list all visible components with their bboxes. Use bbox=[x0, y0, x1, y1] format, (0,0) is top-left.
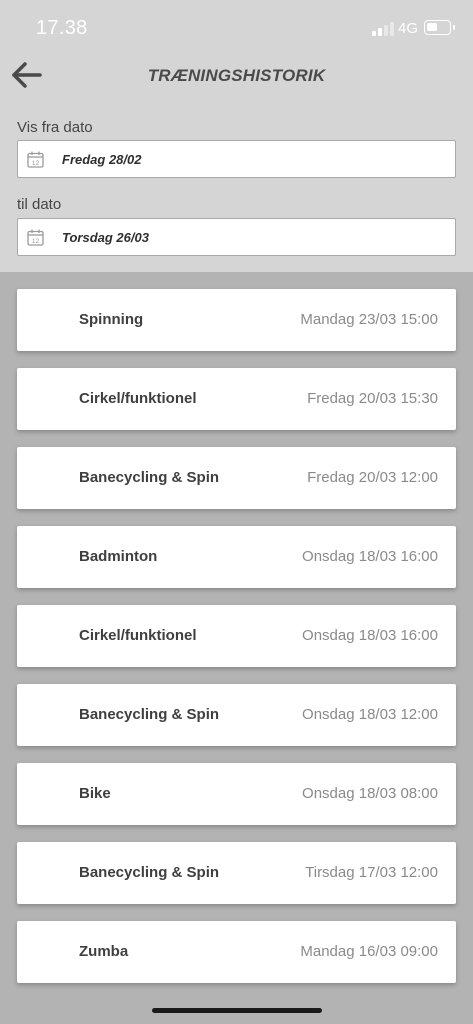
history-item[interactable]: Spinning Mandag 23/03 15:00 bbox=[17, 289, 456, 351]
network-type: 4G bbox=[398, 20, 419, 37]
history-item-name: Cirkel/funktionel bbox=[79, 390, 197, 407]
battery-cap bbox=[453, 25, 455, 30]
home-indicator[interactable] bbox=[152, 1008, 322, 1013]
history-item[interactable]: Cirkel/funktionel Fredag 20/03 15:30 bbox=[17, 368, 456, 430]
top-panel: 17.38 4G TRÆNINGSHISTORIK Vis fra dato 1… bbox=[0, 0, 473, 272]
status-time: 17.38 bbox=[36, 17, 88, 39]
history-item-name: Cirkel/funktionel bbox=[79, 627, 197, 644]
history-item-date: Tirsdag 17/03 12:00 bbox=[305, 864, 438, 881]
from-date-value: Fredag 28/02 bbox=[62, 152, 142, 167]
history-item-name: Zumba bbox=[79, 943, 129, 960]
calendar-icon: 12 bbox=[27, 229, 44, 246]
history-item-name: Banecycling & Spin bbox=[79, 706, 220, 723]
history-item[interactable]: Banecycling & Spin Onsdag 18/03 12:00 bbox=[17, 684, 456, 746]
history-item-name: Badminton bbox=[79, 548, 158, 565]
history-item-date: Mandag 23/03 15:00 bbox=[300, 311, 438, 328]
history-item-date: Onsdag 18/03 16:00 bbox=[302, 548, 438, 565]
history-item-date: Mandag 16/03 09:00 bbox=[300, 943, 438, 960]
status-bar: 17.38 4G bbox=[0, 0, 473, 54]
calendar-icon: 12 bbox=[27, 151, 44, 168]
page-title: TRÆNINGSHISTORIK bbox=[147, 66, 326, 85]
calendar-day: 12 bbox=[32, 160, 40, 167]
to-date-label: til dato bbox=[17, 196, 62, 213]
history-item-date: Fredag 20/03 12:00 bbox=[307, 469, 438, 486]
to-date-field[interactable]: 12 Torsdag 26/03 bbox=[17, 218, 456, 256]
history-item-date: Onsdag 18/03 08:00 bbox=[302, 785, 438, 802]
from-date-field[interactable]: 12 Fredag 28/02 bbox=[17, 140, 456, 178]
history-item[interactable]: Badminton Onsdag 18/03 16:00 bbox=[17, 526, 456, 588]
history-item[interactable]: Bike Onsdag 18/03 08:00 bbox=[17, 763, 456, 825]
history-item[interactable]: Banecycling & Spin Fredag 20/03 12:00 bbox=[17, 447, 456, 509]
history-item[interactable]: Zumba Mandag 16/03 09:00 bbox=[17, 921, 456, 983]
signal-icon bbox=[372, 22, 394, 36]
history-item-name: Banecycling & Spin bbox=[79, 864, 220, 881]
history-item-name: Spinning bbox=[79, 311, 144, 328]
history-item-date: Fredag 20/03 15:30 bbox=[307, 390, 438, 407]
calendar-day: 12 bbox=[32, 238, 40, 245]
history-item-name: Bike bbox=[79, 785, 111, 802]
history-item[interactable]: Cirkel/funktionel Onsdag 18/03 16:00 bbox=[17, 605, 456, 667]
history-item-date: Onsdag 18/03 12:00 bbox=[302, 706, 438, 723]
history-item[interactable]: Banecycling & Spin Tirsdag 17/03 12:00 bbox=[17, 842, 456, 904]
header: TRÆNINGSHISTORIK bbox=[0, 54, 473, 104]
from-date-label: Vis fra dato bbox=[17, 119, 93, 136]
to-date-value: Torsdag 26/03 bbox=[62, 230, 149, 245]
history-item-date: Onsdag 18/03 16:00 bbox=[302, 627, 438, 644]
history-item-name: Banecycling & Spin bbox=[79, 469, 220, 486]
battery-icon bbox=[424, 20, 451, 35]
